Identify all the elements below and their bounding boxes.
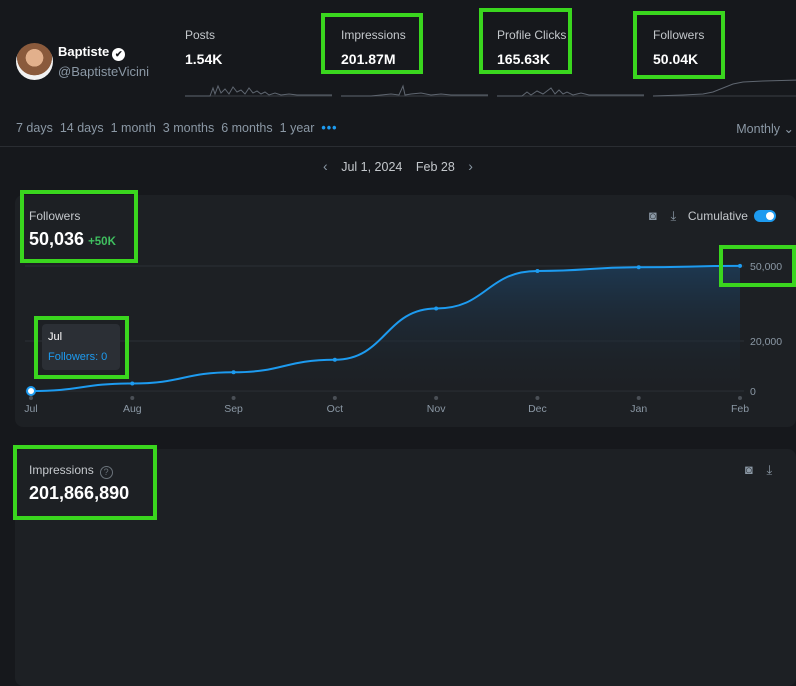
data-point <box>434 306 439 311</box>
download-icon[interactable]: ⤓ <box>766 462 772 477</box>
data-point <box>535 269 540 273</box>
impressions-card-actions: ◙ ⤓ <box>745 462 772 478</box>
data-point <box>231 370 236 375</box>
camera-icon[interactable]: ◙ <box>745 462 753 477</box>
x-tick-label: Oct <box>327 403 343 415</box>
data-point <box>332 357 337 362</box>
x-tick-label: Nov <box>427 403 446 415</box>
x-tick-label: Feb <box>731 403 749 415</box>
chart-tooltip: Jul Followers: 0 <box>42 324 120 370</box>
x-tick-label: Dec <box>528 403 547 415</box>
x-tick-label: Jan <box>630 403 647 415</box>
x-tick <box>535 396 540 400</box>
x-tick-label: Jul <box>24 403 37 415</box>
followers-area <box>31 265 740 391</box>
tooltip-value: Followers: 0 <box>48 351 108 363</box>
data-point <box>130 381 135 386</box>
data-point <box>636 265 641 270</box>
x-tick-label: Aug <box>123 403 142 415</box>
x-tick <box>738 396 742 400</box>
y-tick-label: 50,000 <box>750 261 782 273</box>
x-tick-label: Sep <box>224 403 243 415</box>
y-tick-label: 0 <box>750 386 756 398</box>
x-tick <box>332 396 337 400</box>
data-point <box>26 386 36 396</box>
y-tick-label: 20,000 <box>750 336 782 348</box>
x-tick <box>130 396 135 400</box>
x-tick <box>434 396 439 400</box>
tooltip-month: Jul <box>48 331 63 343</box>
impressions-card-title: Impressions? <box>29 463 113 479</box>
x-tick <box>29 396 33 400</box>
help-icon[interactable]: ? <box>99 466 113 479</box>
impressions-total: 201,866,890 <box>29 483 130 503</box>
data-point <box>738 263 742 268</box>
impressions-chart-card <box>15 449 796 686</box>
x-tick <box>636 396 641 400</box>
x-tick <box>231 396 236 400</box>
